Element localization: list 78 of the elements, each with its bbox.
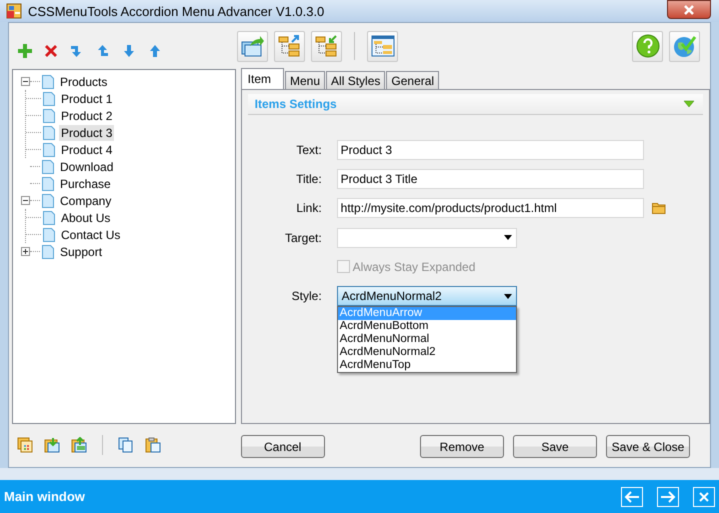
right-arrow-icon bbox=[660, 490, 676, 504]
action-button[interactable]: Save & Close bbox=[606, 435, 690, 458]
caret-icon bbox=[504, 235, 512, 240]
tree-export-button[interactable] bbox=[274, 30, 305, 62]
caret-icon bbox=[504, 294, 512, 299]
page-icon bbox=[43, 108, 55, 122]
tree-item[interactable]: Product 2 bbox=[59, 108, 114, 124]
dropdown-option[interactable]: AcrdMenuNormal2 bbox=[338, 346, 516, 360]
field-label: Target: bbox=[284, 230, 323, 245]
page-icon bbox=[42, 160, 54, 174]
action-button[interactable]: Cancel bbox=[240, 435, 325, 458]
page-icon bbox=[43, 92, 55, 106]
action-button[interactable]: Remove bbox=[420, 435, 504, 458]
collapse-triangle-icon[interactable] bbox=[683, 100, 695, 108]
tree-item[interactable]: Product 1 bbox=[59, 90, 114, 106]
import-icon[interactable] bbox=[44, 437, 60, 453]
back-button[interactable] bbox=[621, 486, 643, 506]
tree-item[interactable]: Download bbox=[58, 158, 116, 174]
text-field[interactable]: Product 3 Title bbox=[336, 168, 644, 189]
folder-icon[interactable] bbox=[652, 202, 666, 214]
preview-button[interactable] bbox=[367, 30, 398, 62]
globe-check-button[interactable] bbox=[669, 30, 700, 62]
text-field[interactable]: http://mysite.com/products/product1.html bbox=[336, 198, 644, 218]
tree-item[interactable]: Support bbox=[58, 244, 104, 260]
expander-icon[interactable] bbox=[21, 77, 30, 86]
dropdown-option[interactable]: AcrdMenuNormal bbox=[338, 333, 516, 346]
page-icon bbox=[43, 126, 55, 140]
tab[interactable]: All Styles bbox=[326, 71, 386, 89]
page-icon bbox=[43, 142, 55, 156]
caption-title: Main window bbox=[4, 489, 85, 504]
page-icon bbox=[43, 210, 55, 224]
tree-item[interactable]: Contact Us bbox=[59, 226, 122, 242]
tree-item[interactable]: Product 4 bbox=[59, 142, 114, 158]
checkbox-label: Always Stay Expanded bbox=[352, 260, 476, 274]
export-button[interactable] bbox=[237, 30, 268, 62]
close-icon bbox=[698, 490, 710, 502]
app-icon bbox=[6, 3, 22, 19]
outdent-arrow-icon[interactable] bbox=[95, 43, 111, 59]
expander-icon[interactable] bbox=[21, 247, 30, 256]
page-icon bbox=[42, 244, 54, 258]
page-icon bbox=[43, 228, 55, 242]
dropdown-option[interactable]: AcrdMenuTop bbox=[338, 359, 516, 372]
window-title: CSSMenuTools Accordion Menu Advancer V1.0.3.0 bbox=[28, 4, 324, 18]
forward-button[interactable] bbox=[657, 486, 679, 506]
tab[interactable]: General bbox=[386, 71, 440, 89]
add-icon[interactable] bbox=[17, 43, 33, 59]
tree-item[interactable]: About Us bbox=[59, 210, 112, 226]
copy-icon[interactable] bbox=[118, 437, 134, 453]
field-label: Style: bbox=[290, 289, 323, 304]
export-icon[interactable] bbox=[71, 437, 87, 453]
tab[interactable]: Menu bbox=[285, 71, 326, 89]
close-button[interactable] bbox=[667, 0, 711, 19]
tree-item[interactable]: Products bbox=[58, 74, 110, 90]
field-label: Text: bbox=[295, 142, 323, 157]
expander-icon[interactable] bbox=[21, 196, 30, 205]
field-label: Title: bbox=[295, 172, 323, 186]
text-field[interactable]: Product 3 bbox=[336, 140, 644, 160]
tree-item[interactable]: Company bbox=[58, 192, 114, 208]
down-arrow-icon[interactable] bbox=[121, 43, 137, 59]
tree-import-button[interactable] bbox=[311, 30, 342, 62]
field-label: Link: bbox=[295, 201, 323, 216]
page-icon bbox=[42, 176, 54, 190]
help-button[interactable] bbox=[632, 30, 663, 62]
dropdown[interactable]: AcrdMenuNormal2 bbox=[336, 286, 517, 306]
tree-item[interactable]: Purchase bbox=[58, 176, 113, 192]
tree-item[interactable]: Product 3 bbox=[59, 124, 114, 140]
paste-icon[interactable] bbox=[145, 437, 161, 453]
tab[interactable]: Item bbox=[240, 68, 284, 89]
dropdown-option[interactable]: AcrdMenuBottom bbox=[338, 320, 516, 334]
section-title: Items Settings bbox=[254, 97, 337, 111]
action-button[interactable]: Save bbox=[513, 435, 597, 458]
delete-icon[interactable] bbox=[43, 43, 59, 59]
page-icon bbox=[42, 194, 54, 208]
page-icon bbox=[42, 74, 54, 88]
new-item-icon[interactable] bbox=[17, 437, 33, 453]
left-arrow-icon bbox=[624, 490, 640, 504]
close-icon bbox=[682, 4, 696, 16]
up-arrow-icon[interactable] bbox=[147, 43, 163, 59]
